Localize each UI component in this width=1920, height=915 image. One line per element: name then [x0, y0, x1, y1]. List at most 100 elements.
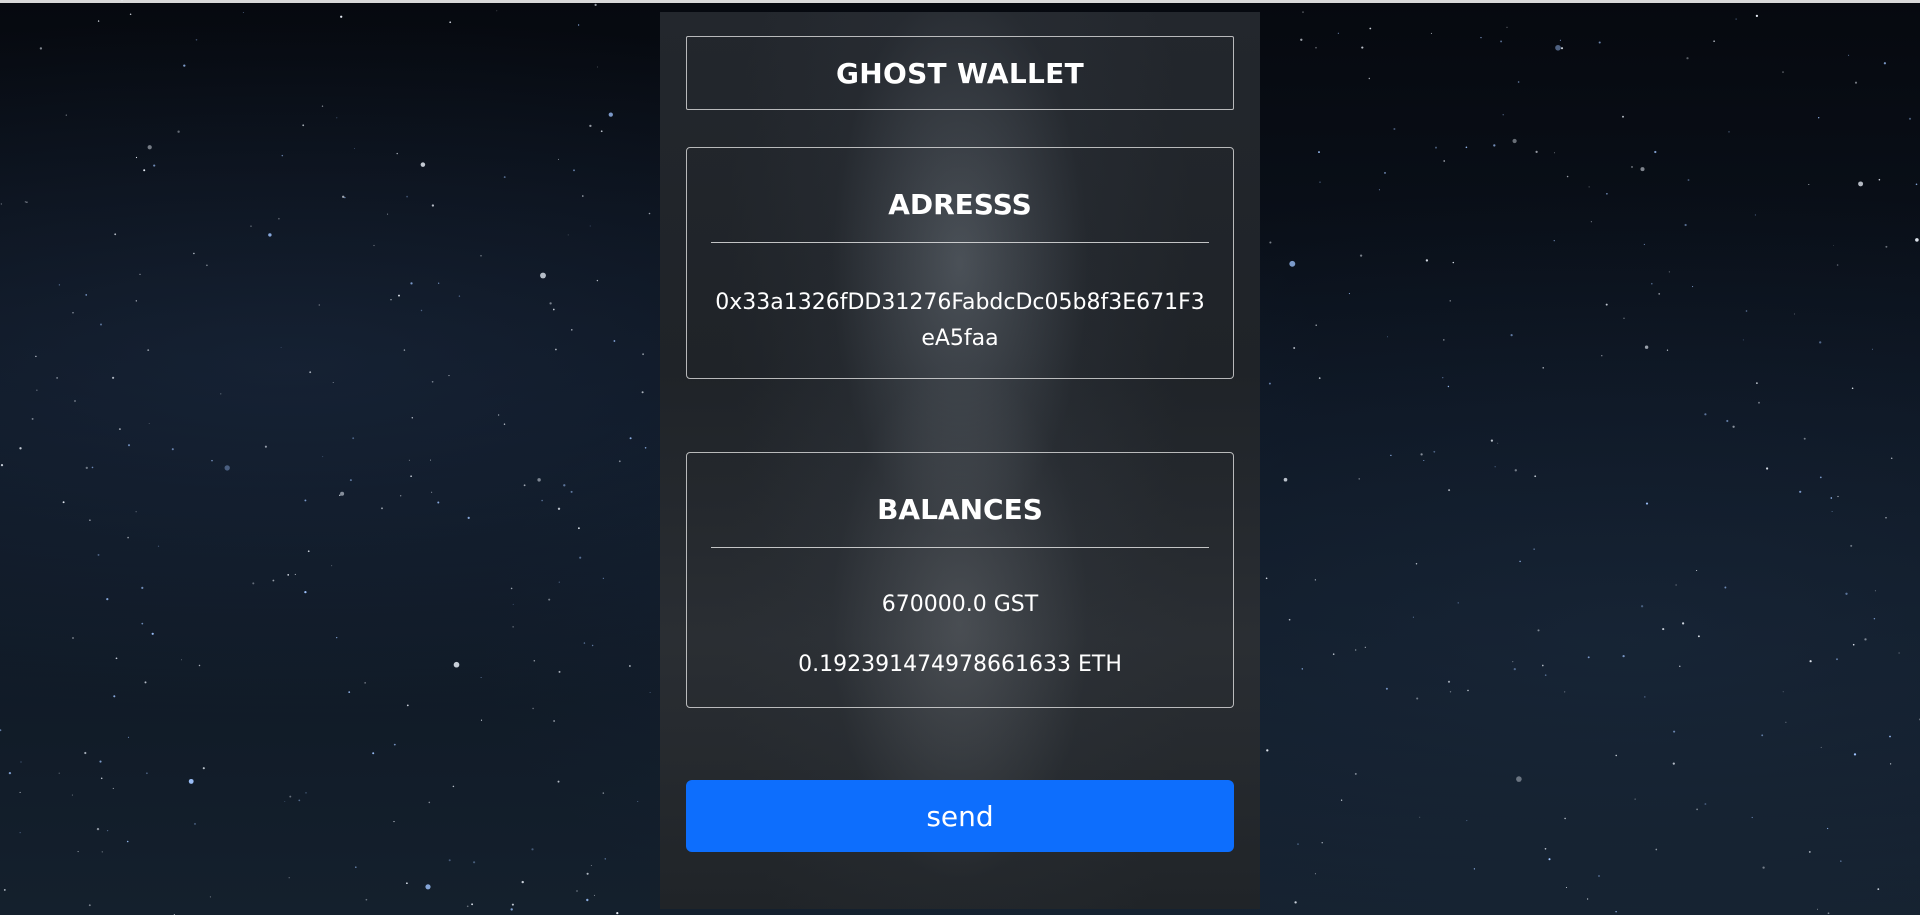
star — [1283, 477, 1288, 482]
star — [593, 894, 595, 896]
star — [35, 355, 37, 358]
star — [430, 459, 432, 461]
star — [322, 456, 324, 458]
star — [552, 308, 555, 311]
star — [1315, 46, 1317, 49]
star — [298, 799, 301, 802]
star — [1679, 665, 1681, 667]
star — [147, 349, 150, 351]
star — [91, 466, 94, 469]
star — [1666, 349, 1669, 351]
star — [339, 494, 341, 496]
star — [135, 511, 137, 513]
star — [1517, 81, 1520, 83]
star — [97, 553, 100, 556]
star — [220, 393, 222, 395]
star — [629, 437, 632, 440]
star — [1724, 586, 1727, 589]
star — [1819, 476, 1822, 479]
star — [521, 880, 524, 884]
star — [449, 21, 452, 24]
star — [558, 670, 561, 673]
star — [1634, 798, 1636, 800]
star — [1447, 385, 1450, 388]
star — [340, 491, 345, 496]
star — [604, 858, 606, 860]
star — [570, 490, 573, 493]
star — [1782, 71, 1784, 73]
star — [410, 282, 413, 285]
star — [135, 300, 137, 302]
star — [1696, 808, 1698, 811]
star — [466, 905, 469, 908]
star — [1785, 721, 1787, 723]
star — [428, 801, 431, 804]
send-button[interactable]: send — [686, 780, 1234, 852]
star — [1704, 803, 1707, 805]
star — [567, 234, 569, 236]
star — [1726, 419, 1729, 423]
star — [1871, 348, 1873, 350]
star — [1883, 62, 1887, 65]
star — [65, 114, 67, 116]
star — [1289, 260, 1296, 267]
star — [396, 152, 398, 155]
star — [344, 197, 346, 199]
star — [644, 447, 647, 449]
star — [541, 499, 543, 502]
star — [1302, 11, 1304, 13]
star — [1915, 183, 1918, 186]
star — [1544, 847, 1547, 850]
star — [1692, 286, 1694, 288]
star — [1443, 339, 1445, 341]
star — [0, 729, 2, 732]
star — [1355, 649, 1357, 651]
star — [1831, 511, 1833, 512]
star — [1851, 387, 1854, 390]
star — [411, 417, 414, 419]
star — [1493, 144, 1496, 147]
star — [1588, 186, 1590, 188]
star — [224, 465, 230, 471]
wallet-title-box: GHOST WALLET — [686, 36, 1234, 110]
star — [582, 195, 584, 197]
star — [100, 323, 102, 326]
star — [1853, 753, 1857, 756]
star — [390, 299, 392, 301]
wallet-panel: GHOST WALLET ADRESSS 0x33a1326fDD31276Fa… — [660, 12, 1260, 909]
star — [1658, 293, 1661, 295]
address-heading: ADRESSS — [888, 188, 1032, 221]
star — [1655, 848, 1658, 851]
star — [348, 691, 351, 693]
star — [1533, 548, 1535, 550]
star — [144, 681, 147, 684]
star — [578, 527, 580, 530]
star — [1337, 32, 1339, 34]
star — [1622, 654, 1625, 658]
star — [1314, 873, 1316, 875]
star — [1684, 223, 1687, 227]
star — [1566, 175, 1569, 178]
star — [448, 375, 450, 377]
star — [1452, 261, 1455, 264]
star — [512, 603, 514, 605]
star — [118, 428, 121, 431]
star — [1534, 475, 1537, 478]
star — [1500, 40, 1503, 43]
star — [1393, 127, 1396, 131]
star — [114, 233, 117, 236]
star — [1502, 114, 1504, 116]
star — [1442, 377, 1444, 379]
star — [467, 516, 470, 520]
star — [1605, 303, 1608, 306]
star — [88, 904, 91, 907]
star — [1808, 850, 1811, 853]
star — [1631, 166, 1633, 168]
star — [1467, 689, 1469, 692]
star — [264, 445, 267, 448]
star — [1858, 181, 1864, 187]
star — [1615, 910, 1617, 913]
star — [1466, 820, 1468, 822]
balance-eth: 0.192391474978661633 ETH — [798, 652, 1122, 677]
star — [591, 644, 594, 647]
